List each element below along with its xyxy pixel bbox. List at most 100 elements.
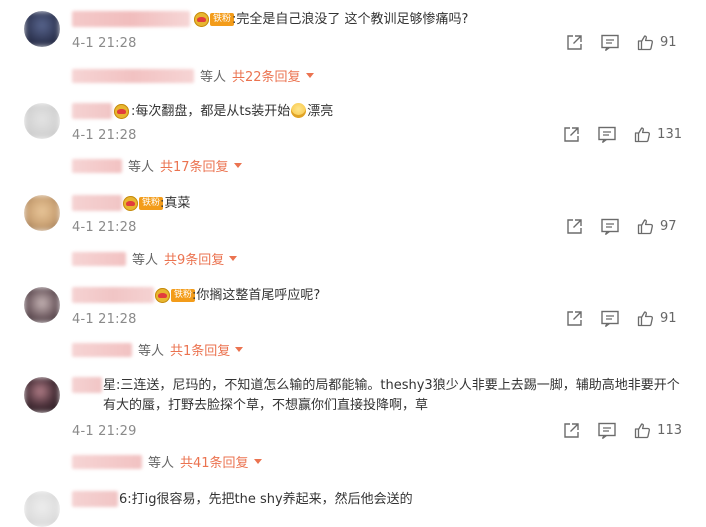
like-button[interactable]: 113 bbox=[634, 422, 682, 439]
share-icon bbox=[567, 219, 582, 234]
fan-badge bbox=[114, 102, 129, 120]
reply-usernames bbox=[72, 68, 194, 83]
avatar[interactable] bbox=[24, 11, 60, 47]
avatar[interactable] bbox=[24, 377, 60, 413]
comment-time: 4-1 21:28 bbox=[72, 220, 137, 235]
username[interactable] bbox=[72, 195, 122, 211]
replies-link[interactable]: 等人 共9条回复 bbox=[72, 249, 238, 268]
caret-down-icon bbox=[253, 459, 262, 464]
comment-text: :每次翻盘，都是从ts装开始 漂亮 bbox=[131, 102, 333, 122]
comment-item: 铁粉 :真菜 4-1 21:28 97 等人 共9条回复 bbox=[0, 192, 706, 272]
comment-actions: 113 bbox=[545, 422, 682, 439]
share-button[interactable] bbox=[563, 126, 580, 143]
share-button[interactable] bbox=[566, 218, 583, 235]
share-button[interactable] bbox=[566, 310, 583, 327]
crown-icon bbox=[123, 195, 138, 211]
comment-time: 4-1 21:28 bbox=[72, 128, 137, 143]
username[interactable] bbox=[72, 491, 118, 507]
replies-suffix: 等人 bbox=[148, 456, 175, 471]
replies-count: 共22条回复 bbox=[232, 70, 301, 85]
like-button[interactable]: 91 bbox=[637, 310, 682, 327]
replies-link[interactable]: 等人 共17条回复 bbox=[72, 156, 242, 175]
comment-icon bbox=[598, 126, 616, 143]
comment-actions: 91 bbox=[548, 310, 682, 327]
avatar[interactable] bbox=[24, 491, 60, 527]
fan-badge: 铁粉 bbox=[155, 286, 196, 304]
replies-count: 共17条回复 bbox=[160, 160, 229, 175]
comment-item: :每次翻盘，都是从ts装开始 漂亮 4-1 21:28 131 等人 共17条回复 bbox=[0, 100, 706, 180]
reply-usernames bbox=[72, 342, 132, 357]
comment-actions: 97 bbox=[548, 218, 682, 235]
comment-text: 星:三连送，尼玛的，不知道怎么输的局都能输。theshy3狼少人非要上去踢一脚，… bbox=[103, 378, 680, 413]
comment-button[interactable] bbox=[598, 422, 616, 439]
like-count: 91 bbox=[660, 35, 677, 50]
avatar[interactable] bbox=[24, 103, 60, 139]
reply-usernames bbox=[72, 454, 142, 469]
like-button[interactable]: 97 bbox=[637, 218, 682, 235]
share-button[interactable] bbox=[566, 34, 583, 51]
replies-suffix: 等人 bbox=[128, 160, 155, 175]
comment-time: 4-1 21:29 bbox=[72, 424, 137, 439]
like-count: 113 bbox=[657, 423, 682, 438]
share-icon bbox=[564, 423, 579, 438]
comment-button[interactable] bbox=[601, 34, 619, 51]
caret-down-icon bbox=[233, 163, 242, 168]
comment-actions: 131 bbox=[545, 126, 682, 143]
replies-suffix: 等人 bbox=[138, 344, 165, 359]
replies-link[interactable]: 等人 共1条回复 bbox=[72, 340, 244, 359]
like-button[interactable]: 91 bbox=[637, 34, 682, 51]
comment-item: 铁粉 :完全是自己浪没了 这个教训足够惨痛吗? 4-1 21:28 91 等人 … bbox=[0, 8, 706, 88]
caret-down-icon bbox=[229, 256, 238, 261]
reply-usernames bbox=[72, 251, 126, 266]
caret-down-icon bbox=[305, 73, 314, 78]
share-icon bbox=[567, 311, 582, 326]
grin-emoji-icon bbox=[291, 103, 307, 118]
comment-item: 6:打ig很容易，先把the shy养起来，然后他会送的 bbox=[0, 488, 706, 527]
replies-count: 共9条回复 bbox=[164, 253, 225, 268]
thumbs-up-icon bbox=[637, 311, 653, 327]
like-count: 131 bbox=[657, 127, 682, 142]
like-count: 91 bbox=[660, 311, 677, 326]
replies-link[interactable]: 等人 共22条回复 bbox=[72, 66, 314, 85]
comment-item: 星:三连送，尼玛的，不知道怎么输的局都能输。theshy3狼少人非要上去踢一脚，… bbox=[0, 374, 706, 474]
like-count: 97 bbox=[660, 219, 677, 234]
thumbs-up-icon bbox=[637, 219, 653, 235]
thumbs-up-icon bbox=[635, 423, 651, 439]
share-icon bbox=[567, 35, 582, 50]
comment-button[interactable] bbox=[598, 126, 616, 143]
comment-text: :你搁这整首尾呼应呢? bbox=[192, 288, 321, 303]
like-button[interactable]: 131 bbox=[634, 126, 682, 143]
username[interactable] bbox=[72, 287, 154, 303]
comment-button[interactable] bbox=[601, 310, 619, 327]
comment-icon bbox=[601, 34, 619, 51]
comment-icon bbox=[598, 422, 616, 439]
fan-badge: 铁粉 bbox=[123, 194, 164, 212]
thumbs-up-icon bbox=[637, 35, 653, 51]
replies-count: 共41条回复 bbox=[180, 456, 249, 471]
crown-icon bbox=[114, 103, 129, 119]
comment-actions: 91 bbox=[548, 34, 682, 51]
username[interactable] bbox=[72, 103, 112, 119]
share-icon bbox=[564, 127, 579, 142]
thumbs-up-icon bbox=[635, 127, 651, 143]
replies-count: 共1条回复 bbox=[170, 344, 231, 359]
share-button[interactable] bbox=[563, 422, 580, 439]
username[interactable] bbox=[72, 11, 190, 27]
comment-text: :完全是自己浪没了 这个教训足够惨痛吗? bbox=[232, 12, 469, 27]
fan-badge: 铁粉 bbox=[194, 10, 235, 28]
replies-link[interactable]: 等人 共41条回复 bbox=[72, 452, 262, 471]
username[interactable] bbox=[72, 377, 102, 393]
avatar[interactable] bbox=[24, 195, 60, 231]
comment-item: 铁粉 :你搁这整首尾呼应呢? 4-1 21:28 91 等人 共1条回复 bbox=[0, 284, 706, 364]
comment-time: 4-1 21:28 bbox=[72, 36, 137, 51]
comment-icon bbox=[601, 310, 619, 327]
comment-text: 6:打ig很容易，先把the shy养起来，然后他会送的 bbox=[119, 492, 413, 507]
caret-down-icon bbox=[235, 347, 244, 352]
replies-suffix: 等人 bbox=[200, 70, 227, 85]
comment-text: :真菜 bbox=[160, 196, 191, 211]
comment-time: 4-1 21:28 bbox=[72, 312, 137, 327]
comment-text-part: :每次翻盘，都是从ts装开始 bbox=[131, 104, 291, 119]
crown-icon bbox=[155, 287, 170, 303]
avatar[interactable] bbox=[24, 287, 60, 323]
comment-button[interactable] bbox=[601, 218, 619, 235]
